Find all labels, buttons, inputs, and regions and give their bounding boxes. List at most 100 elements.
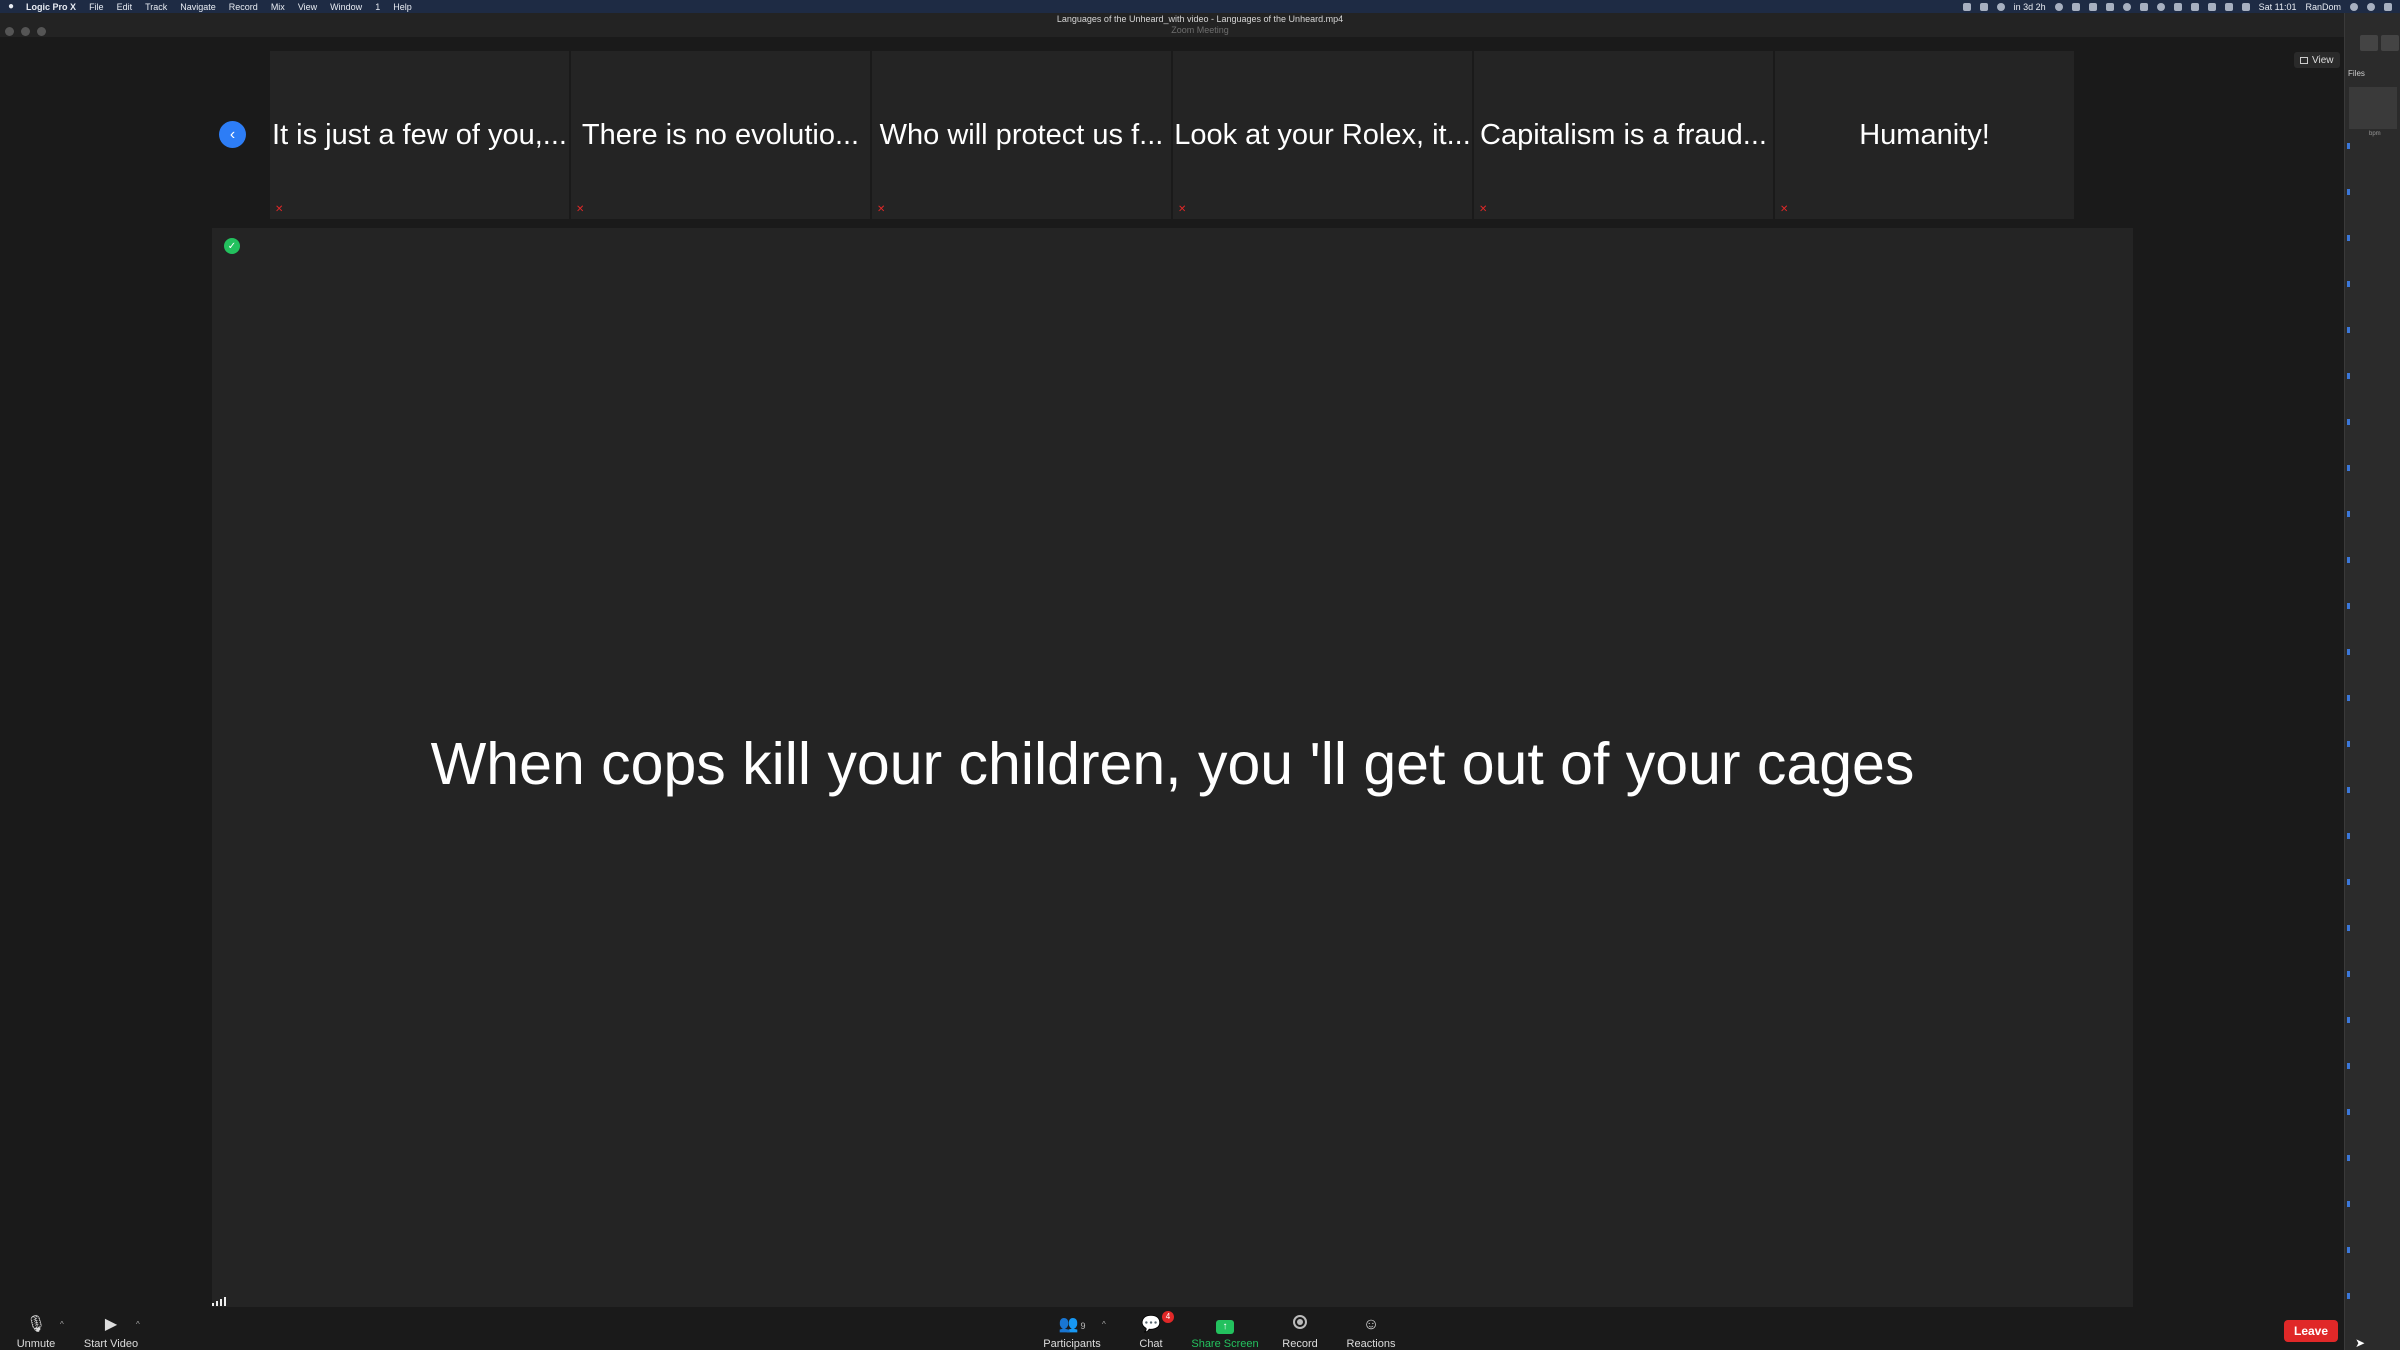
muted-mic-icon: ✕ (877, 204, 886, 215)
participants-options-caret[interactable]: ^ (1102, 1318, 1106, 1330)
keyboard-status-icon[interactable] (2241, 2, 2250, 11)
grid-view-icon (2300, 56, 2308, 64)
muted-mic-icon: ✕ (1780, 204, 1789, 215)
start-video-button[interactable]: ▶ Start Video (80, 1315, 142, 1350)
reactions-button[interactable]: ☺ Reactions (1344, 1315, 1398, 1350)
menu-record[interactable]: Record (229, 2, 258, 12)
participants-icon: 👥 9 (1058, 1316, 1086, 1333)
spotlight-icon[interactable] (2350, 2, 2358, 11)
cloud-status-icon[interactable] (2071, 2, 2080, 11)
files-label: Files (2348, 69, 2365, 78)
participant-thumbnail[interactable]: Who will protect us f... ✕ (872, 51, 1171, 219)
apple-icon[interactable]: ● (8, 1, 14, 12)
menu-1[interactable]: 1 (375, 2, 380, 12)
encryption-shield-icon[interactable]: ✓ (224, 238, 240, 254)
timer-status-text[interactable]: in 3d 2h (2014, 2, 2046, 12)
timer-status-icon[interactable] (1996, 2, 2005, 11)
menu-help[interactable]: Help (393, 2, 412, 12)
control-center-icon[interactable] (2384, 2, 2392, 11)
panel-tab-icon[interactable] (2360, 35, 2378, 51)
battery-status-icon[interactable] (2139, 2, 2148, 11)
active-speaker-video[interactable]: ✓ When cops kill your children, you 'll … (212, 228, 2133, 1310)
record-button[interactable]: Record (1280, 1315, 1320, 1350)
user-status-icon[interactable] (2156, 2, 2165, 11)
participant-name: Humanity! (1859, 118, 1990, 151)
gallery-prev-button[interactable]: ‹ (219, 121, 246, 148)
start-video-label: Start Video (83, 1338, 139, 1350)
chevron-up-icon: ^ (136, 1320, 140, 1329)
mouse-cursor-icon: ➤ (2355, 1336, 2366, 1350)
participant-thumbnail[interactable]: It is just a few of you,... ✕ (270, 51, 569, 219)
chat-bubble-icon: 💬 4 (1136, 1311, 1174, 1335)
menu-file[interactable]: File (89, 2, 104, 12)
siri-icon[interactable] (2367, 2, 2375, 11)
participant-name: Capitalism is a fraud... (1480, 118, 1767, 151)
chat-status-icon[interactable] (2088, 2, 2097, 11)
menu-edit[interactable]: Edit (117, 2, 133, 12)
bluetooth-status-icon[interactable] (2190, 2, 2199, 11)
clock-text[interactable]: Sat 11:01 (2259, 2, 2297, 12)
share-screen-button[interactable]: ↑ Share Screen (1190, 1315, 1260, 1350)
muted-microphone-icon: 🎙 (25, 1316, 47, 1333)
participant-thumbnail[interactable]: Look at your Rolex, it... ✕ (1173, 51, 1472, 219)
menu-mix[interactable]: Mix (271, 2, 285, 12)
meeting-toolbar: 🎙 Unmute ^ ▶ Start Video ^ 👥 9 Participan… (0, 1307, 2344, 1350)
participant-name: It is just a few of you,... (272, 118, 567, 151)
zoom-fullscreen-icon[interactable] (37, 27, 46, 36)
sync-status-icon[interactable] (2054, 2, 2063, 11)
connection-signal-icon (212, 1297, 226, 1306)
panel-browser-icon[interactable] (2381, 35, 2399, 51)
pin-status-icon[interactable] (2105, 2, 2114, 11)
chat-button[interactable]: 💬 4 Chat (1136, 1311, 1174, 1350)
participant-thumbnail[interactable]: Capitalism is a fraud... ✕ (1474, 51, 1773, 219)
view-button[interactable]: View (2294, 52, 2340, 68)
participant-thumbnail-strip: It is just a few of you,... ✕ There is n… (270, 51, 2074, 219)
wifi-status-icon[interactable] (2224, 2, 2233, 11)
document-title: Languages of the Unheard_with video - La… (1056, 14, 1344, 24)
record-icon (1280, 1315, 1320, 1335)
participant-name: Who will protect us f... (879, 118, 1164, 151)
active-speaker-name: When cops kill your children, you 'll ge… (430, 731, 1915, 797)
menubar-status-area: in 3d 2h Sat 11:01 RanDom (1962, 2, 2392, 12)
menu-window[interactable]: Window (330, 2, 362, 12)
participants-button[interactable]: 👥 9 Participants (1040, 1315, 1104, 1350)
window-titlebar: Languages of the Unheard_with video - La… (0, 13, 2400, 37)
menu-app-logic[interactable]: Logic Pro X (26, 2, 76, 12)
star-status-icon[interactable] (2173, 2, 2182, 11)
volume-status-icon[interactable] (2207, 2, 2216, 11)
zoom-close-icon[interactable] (5, 27, 14, 36)
menu-track[interactable]: Track (145, 2, 167, 12)
user-name-text[interactable]: RanDom (2305, 2, 2341, 12)
chevron-left-icon: ‹ (229, 125, 236, 143)
leave-meeting-button[interactable]: Leave (2284, 1320, 2338, 1342)
participant-thumbnail[interactable]: There is no evolutio... ✕ (571, 51, 870, 219)
view-button-label: View (2312, 54, 2334, 66)
chevron-up-icon: ^ (1102, 1320, 1106, 1329)
audio-options-caret[interactable]: ^ (60, 1318, 64, 1330)
bpm-label: bpm (2369, 131, 2381, 137)
share-screen-icon: ↑ (1190, 1315, 1260, 1335)
share-screen-label: Share Screen (1191, 1338, 1259, 1350)
menu-navigate[interactable]: Navigate (180, 2, 216, 12)
video-options-caret[interactable]: ^ (136, 1318, 140, 1330)
display-status-icon[interactable] (1979, 2, 1988, 11)
participant-thumbnail[interactable]: Humanity! ✕ (1775, 51, 2074, 219)
reactions-smiley-icon: ☺ (1362, 1316, 1380, 1333)
muted-mic-icon: ✕ (275, 204, 284, 215)
zoom-minimize-icon[interactable] (21, 27, 30, 36)
chevron-up-icon: ^ (60, 1320, 64, 1329)
record-label: Record (1282, 1338, 1318, 1350)
logic-side-panel: Files bpm (2344, 13, 2400, 1350)
participant-name: There is no evolutio... (581, 118, 860, 151)
menu-view[interactable]: View (298, 2, 317, 12)
muted-mic-icon: ✕ (1178, 204, 1187, 215)
info-status-icon[interactable] (2122, 2, 2131, 11)
muted-mic-icon: ✕ (576, 204, 585, 215)
muted-mic-icon: ✕ (1479, 204, 1488, 215)
zoom-window-title: Zoom Meeting (1171, 25, 1229, 35)
zoom-status-icon[interactable] (1962, 2, 1971, 11)
zoom-traffic-lights (5, 27, 46, 36)
unmute-button[interactable]: 🎙 Unmute (14, 1315, 58, 1350)
participants-label: Participants (1043, 1338, 1101, 1350)
unmute-label: Unmute (16, 1338, 56, 1350)
